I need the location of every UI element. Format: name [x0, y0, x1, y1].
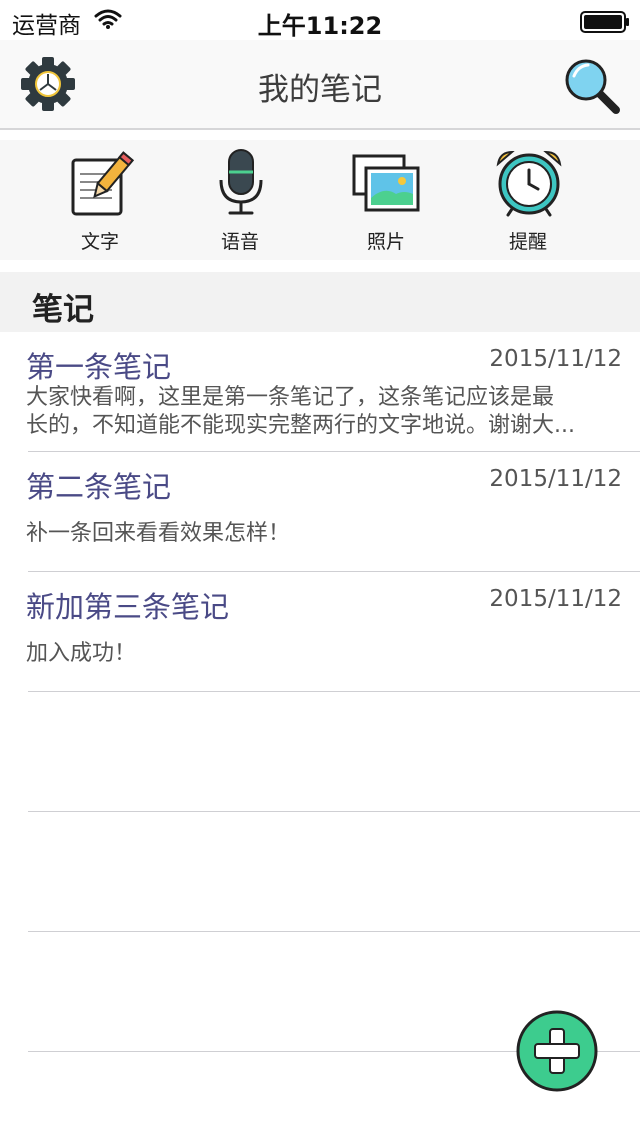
photos-icon [352, 154, 420, 212]
row-separator [28, 691, 640, 692]
note-title: 新加第三条笔记 [26, 590, 230, 624]
tool-label: 提醒 [508, 231, 547, 253]
note-date: 2015/11/12 [489, 346, 622, 372]
note-list-item[interactable]: 第二条笔记 2015/11/12 补一条回来看看效果怎样！ [0, 452, 640, 572]
tool-label: 照片 [366, 231, 405, 253]
photo-note-button[interactable]: 照片 [326, 140, 446, 260]
section-title: 笔记 [32, 292, 94, 328]
note-preview: 补一条回来看看效果怎样！ [26, 521, 291, 546]
note-date: 2015/11/12 [489, 586, 622, 612]
row-separator [28, 811, 640, 812]
section-header: 笔记 [0, 272, 640, 332]
plus-icon [516, 1010, 598, 1092]
note-title: 第二条笔记 [26, 470, 172, 504]
note-list-item[interactable]: 新加第三条笔记 2015/11/12 加入成功！ [0, 572, 640, 692]
voice-note-button[interactable]: 语音 [180, 140, 300, 260]
note-preview: 大家快看啊，这里是第一条笔记了，这条笔记应该是最 长的，不知道能不能现实完整两行… [26, 384, 622, 440]
note-preview-line: 大家快看啊，这里是第一条笔记了，这条笔记应该是最 [26, 385, 555, 410]
status-bar: 运营商 上午11:22 [0, 0, 640, 40]
note-date: 2015/11/12 [489, 466, 622, 492]
battery-icon [580, 11, 629, 33]
microphone-icon [219, 149, 263, 215]
note-type-toolbar: 文字 语音 照片 提醒 [0, 140, 640, 260]
text-note-button[interactable]: 文字 [40, 140, 160, 260]
notepad-pencil-icon [71, 151, 135, 216]
reminder-button[interactable]: 提醒 [468, 140, 588, 260]
tool-label: 文字 [80, 231, 119, 253]
page-title: 我的笔记 [258, 72, 382, 108]
tool-label: 语音 [220, 231, 259, 253]
alarm-clock-icon [496, 150, 562, 217]
row-separator [28, 931, 640, 932]
navigation-bar: 我的笔记 [0, 40, 640, 130]
add-note-button[interactable] [516, 1010, 598, 1092]
search-button[interactable] [562, 56, 622, 116]
note-preview: 加入成功！ [26, 641, 137, 666]
note-preview-line: 长的，不知道能不能现实完整两行的文字地说。谢谢大... [26, 413, 575, 438]
search-icon [565, 59, 620, 114]
clock: 上午11:22 [257, 12, 383, 40]
note-title: 第一条笔记 [26, 350, 172, 384]
note-list-item[interactable]: 第一条笔记 2015/11/12 大家快看啊，这里是第一条笔记了，这条笔记应该是… [0, 332, 640, 452]
